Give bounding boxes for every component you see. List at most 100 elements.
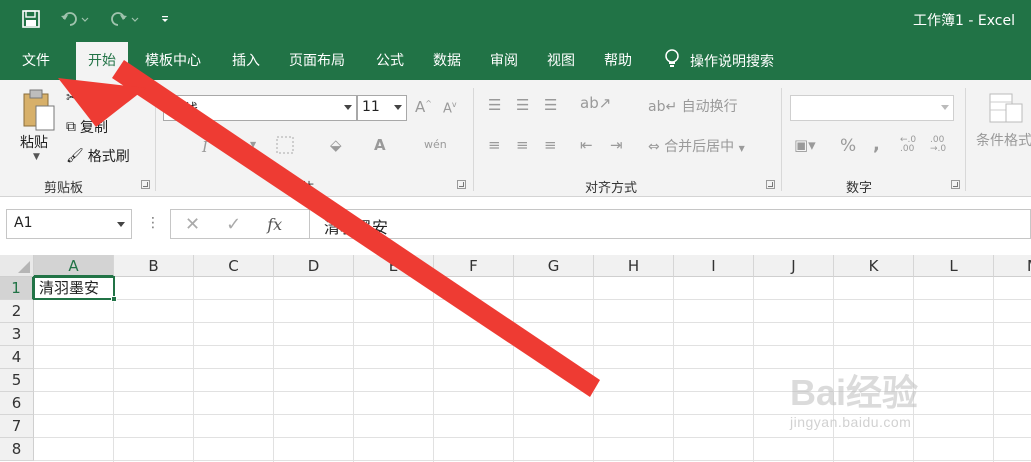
save-icon[interactable]	[22, 10, 40, 28]
increase-decimal-button[interactable]: ←.0 .00	[900, 136, 928, 154]
column-header[interactable]: D	[274, 255, 354, 277]
ribbon-tabs: 文件 开始 模板中心 插入 页面布局 公式 数据 审阅 视图 帮助 操作说明搜索	[0, 42, 1031, 80]
wrap-text-button[interactable]: ab↵ 自动换行	[648, 96, 738, 116]
tab-home[interactable]: 开始	[76, 42, 128, 80]
clipboard-icon	[22, 88, 56, 136]
row-header[interactable]: 2	[0, 300, 34, 323]
tab-formulas[interactable]: 公式	[364, 42, 416, 80]
italic-button[interactable]: I	[202, 138, 208, 156]
name-box[interactable]: A1	[6, 209, 132, 239]
clipboard-launcher-icon[interactable]	[141, 180, 150, 189]
tell-me-label: 操作说明搜索	[690, 54, 774, 70]
group-divider	[781, 88, 782, 191]
column-header[interactable]: K	[834, 255, 914, 277]
font-launcher-icon[interactable]	[457, 180, 466, 189]
decrease-decimal-button[interactable]: .00 →.0	[930, 136, 958, 154]
title-bar: 工作簿1 - Excel	[0, 0, 1031, 42]
font-color-button[interactable]: A	[374, 136, 386, 154]
merge-center-button[interactable]: ⇔ 合并后居中 ▼	[648, 136, 745, 156]
phonetic-guide-icon[interactable]: wén	[424, 138, 447, 151]
number-launcher-icon[interactable]	[951, 180, 960, 189]
copy-button[interactable]: ⧉ 复制	[66, 117, 108, 137]
row-header[interactable]: 6	[0, 392, 34, 415]
tab-help[interactable]: 帮助	[592, 42, 644, 80]
column-header[interactable]: H	[594, 255, 674, 277]
alignment-launcher-icon[interactable]	[766, 180, 775, 189]
tab-page-layout[interactable]: 页面布局	[277, 42, 357, 80]
row-header[interactable]: 8	[0, 438, 34, 461]
row-header[interactable]: 3	[0, 323, 34, 346]
increase-indent-icon[interactable]: ⇥	[610, 136, 623, 154]
align-middle-icon[interactable]: ☰	[516, 96, 529, 114]
quick-access-toolbar	[22, 10, 170, 28]
column-header[interactable]: J	[754, 255, 834, 277]
align-center-icon[interactable]: ≡	[516, 136, 529, 154]
conditional-format-button[interactable]: 条件格式	[976, 130, 1031, 150]
orientation-icon[interactable]: ab↗	[580, 94, 611, 112]
tell-me-search[interactable]: 操作说明搜索	[664, 42, 774, 80]
customize-qat-icon[interactable]	[160, 13, 170, 25]
column-header[interactable]: B	[114, 255, 194, 277]
cut-button[interactable]: ✂	[66, 90, 78, 106]
tab-file[interactable]: 文件	[10, 42, 62, 80]
active-cell-a1[interactable]: 清羽墨安	[33, 276, 117, 302]
lightbulb-icon	[664, 49, 680, 73]
column-header[interactable]: G	[514, 255, 594, 277]
column-header[interactable]: F	[434, 255, 514, 277]
align-right-icon[interactable]: ≡	[544, 136, 557, 154]
row-header[interactable]: 1	[0, 277, 34, 300]
merge-center-icon: ⇔	[648, 139, 660, 155]
row-header[interactable]: 5	[0, 369, 34, 392]
align-top-icon[interactable]: ☰	[488, 96, 501, 114]
tab-review[interactable]: 审阅	[478, 42, 530, 80]
tab-view[interactable]: 视图	[535, 42, 587, 80]
chevron-down-icon: ▼	[738, 144, 745, 153]
format-painter-button[interactable]: 🖌 格式刷	[66, 146, 130, 166]
fill-color-icon[interactable]: ⬙	[330, 136, 342, 154]
comma-style-button[interactable]: ,	[873, 134, 880, 155]
formula-bar-handle-icon[interactable]: ⋮	[146, 215, 160, 231]
font-size-select[interactable]: 11	[357, 95, 407, 121]
formula-bar: A1 ⋮ ✕ ✓ fx 清羽墨安	[0, 197, 1031, 255]
tab-template-center[interactable]: 模板中心	[133, 42, 213, 80]
number-format-select[interactable]	[790, 95, 954, 121]
group-divider	[473, 88, 474, 191]
redo-icon[interactable]	[110, 10, 140, 28]
column-header[interactable]: L	[914, 255, 994, 277]
cancel-entry-icon[interactable]: ✕	[185, 214, 200, 235]
align-left-icon[interactable]: ≡	[488, 136, 501, 154]
column-header[interactable]: C	[194, 255, 274, 277]
cell-a1-value: 清羽墨安	[39, 279, 100, 297]
window-title: 工作簿1 - Excel	[913, 13, 1015, 29]
group-divider	[965, 88, 966, 191]
row-header[interactable]: 4	[0, 346, 34, 369]
align-bottom-icon[interactable]: ☰	[544, 96, 557, 114]
font-name-select[interactable]: 等线	[163, 95, 357, 121]
tab-data[interactable]: 数据	[421, 42, 473, 80]
watermark-logo: Bai经验	[790, 372, 919, 413]
fill-handle[interactable]	[111, 296, 117, 302]
scissors-icon: ✂	[66, 90, 78, 106]
conditional-format-icon	[988, 92, 1024, 130]
underline-dropdown-icon[interactable]: ▼	[250, 140, 256, 149]
column-header[interactable]: I	[674, 255, 754, 277]
accounting-format-icon[interactable]: ▣▾	[794, 136, 816, 154]
row-header[interactable]: 7	[0, 415, 34, 438]
paste-dropdown-icon[interactable]: ▼	[33, 152, 40, 162]
undo-icon[interactable]	[60, 10, 90, 28]
select-all-button[interactable]	[0, 255, 34, 277]
insert-function-button[interactable]: fx	[267, 215, 282, 234]
copy-icon: ⧉	[66, 119, 76, 135]
decrease-font-icon[interactable]: Av	[443, 100, 457, 116]
formula-input[interactable]: 清羽墨安	[310, 209, 1031, 239]
borders-icon[interactable]	[276, 136, 296, 158]
increase-font-icon[interactable]: A^	[415, 98, 432, 116]
column-header[interactable]: E	[354, 255, 434, 277]
underline-button[interactable]: U	[228, 138, 239, 156]
decrease-indent-icon[interactable]: ⇤	[580, 136, 593, 154]
percent-style-button[interactable]: %	[840, 136, 856, 156]
confirm-entry-icon[interactable]: ✓	[226, 214, 241, 235]
column-header[interactable]: M	[994, 255, 1031, 277]
tab-insert[interactable]: 插入	[220, 42, 272, 80]
column-header[interactable]: A	[34, 255, 114, 277]
